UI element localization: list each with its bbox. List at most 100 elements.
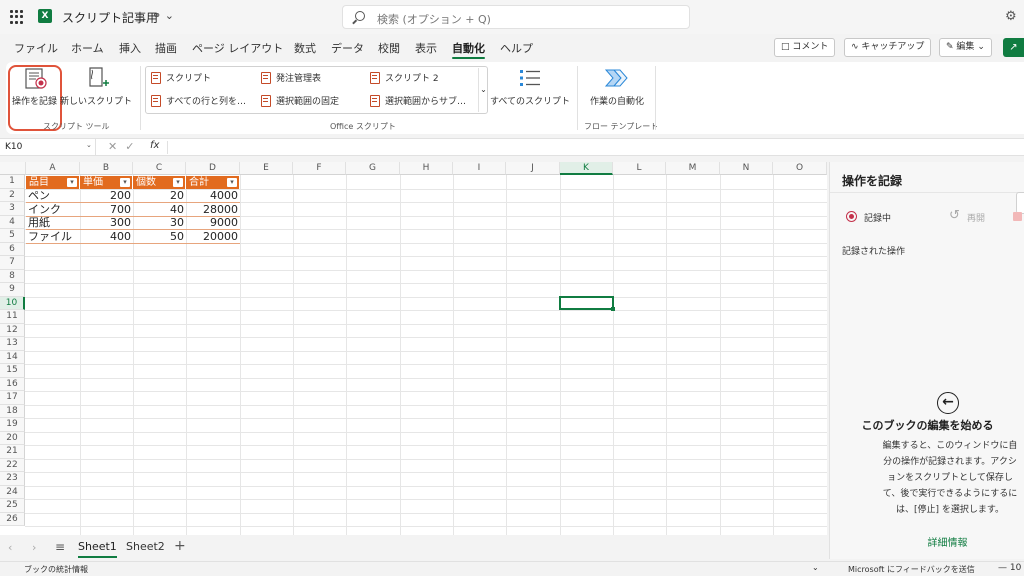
formula-cancel-confirm-icons[interactable]: ✕✓ (108, 140, 142, 153)
chevron-down-icon[interactable]: ⌄ (86, 141, 92, 149)
new-script-button[interactable]: 新しいスクリプト (60, 94, 132, 107)
row-header[interactable]: 23 (0, 472, 25, 486)
column-header[interactable]: B (80, 162, 133, 175)
row-header[interactable]: 25 (0, 499, 25, 513)
row-header[interactable]: 17 (0, 391, 25, 405)
row-header[interactable]: 14 (0, 350, 25, 364)
row-header[interactable]: 21 (0, 445, 25, 459)
column-header[interactable]: N (720, 162, 773, 175)
script-item[interactable]: 選択範囲からサブ… (370, 94, 466, 108)
table-header-cell[interactable]: 品目 ▾ (26, 175, 80, 189)
row-header[interactable]: 11 (0, 310, 25, 324)
column-header[interactable]: G (346, 162, 400, 175)
filter-dropdown-icon[interactable]: ▾ (173, 177, 183, 187)
share-status-icon[interactable]: ⚭ ⌄ (152, 9, 174, 22)
stop-icon[interactable] (1013, 212, 1022, 221)
gear-icon[interactable]: ⚙ (1005, 9, 1017, 24)
catchup-button[interactable]: ∿ キャッチアップ (844, 38, 932, 57)
column-header[interactable]: O (773, 162, 827, 175)
script-item[interactable]: 選択範囲の固定 (261, 94, 339, 108)
column-header[interactable]: C (133, 162, 186, 175)
filter-dropdown-icon[interactable]: ▾ (120, 177, 130, 187)
row-header[interactable]: 7 (0, 256, 25, 270)
tab-home[interactable]: ホーム (71, 40, 104, 56)
table-cell[interactable]: 4000 (186, 189, 240, 203)
row-header[interactable]: 12 (0, 323, 25, 337)
replay-button[interactable]: 再開 (967, 211, 985, 224)
row-header[interactable]: 3 (0, 202, 25, 216)
tab-file[interactable]: ファイル (14, 40, 58, 56)
column-header[interactable]: D (186, 162, 240, 175)
row-header[interactable]: 4 (0, 215, 25, 229)
filter-dropdown-icon[interactable]: ▾ (67, 177, 77, 187)
row-header[interactable]: 9 (0, 283, 25, 297)
table-cell[interactable]: 700 (80, 203, 133, 217)
all-sheets-menu-icon[interactable]: ≡ (55, 540, 65, 554)
column-header[interactable]: F (293, 162, 346, 175)
feedback-link[interactable]: Microsoft にフィードバックを送信 (848, 564, 975, 575)
table-cell[interactable]: 300 (80, 216, 133, 230)
column-header[interactable]: J (506, 162, 560, 175)
column-header[interactable]: H (400, 162, 453, 175)
row-header[interactable]: 22 (0, 458, 25, 472)
table-cell[interactable]: 200 (80, 189, 133, 203)
script-item[interactable]: スクリプト (151, 71, 211, 85)
automate-work-button[interactable]: 作業の自動化 (590, 94, 644, 107)
script-item[interactable]: スクリプト 2 (370, 71, 439, 85)
script-item[interactable]: 発注管理表 (261, 71, 321, 85)
pane-side-button[interactable] (1016, 192, 1024, 214)
table-cell[interactable]: 用紙 (26, 216, 80, 230)
tab-automate[interactable]: 自動化 (452, 40, 485, 59)
app-launcher-icon[interactable] (10, 10, 24, 24)
table-cell[interactable]: 20000 (186, 230, 240, 244)
all-scripts-button[interactable]: すべてのスクリプト (490, 94, 570, 107)
table-cell[interactable]: 40 (133, 203, 186, 217)
row-header[interactable]: 6 (0, 242, 25, 256)
sheet-tab-sheet1[interactable]: Sheet1 (78, 540, 117, 558)
table-header-cell[interactable]: 個数 ▾ (133, 175, 186, 189)
chevron-down-icon[interactable]: ⌄ (812, 563, 819, 572)
fx-icon[interactable]: fx (150, 140, 159, 151)
table-header-cell[interactable]: 合計 ▾ (186, 175, 240, 189)
table-cell[interactable]: 400 (80, 230, 133, 244)
table-cell[interactable]: 50 (133, 230, 186, 244)
table-cell[interactable]: ペン (26, 189, 80, 203)
sheet-next-icon[interactable]: › (32, 541, 36, 554)
row-header[interactable]: 24 (0, 485, 25, 499)
column-header[interactable]: I (453, 162, 506, 175)
tab-draw[interactable]: 描画 (155, 40, 177, 56)
row-header[interactable]: 19 (0, 418, 25, 432)
spreadsheet-grid[interactable]: A B C D E F G H I J K L M N O 1234567891… (0, 162, 827, 535)
row-header[interactable]: 2 (0, 188, 25, 202)
search-box[interactable]: 検索 (オプション + Q) (342, 5, 690, 29)
row-header[interactable]: 15 (0, 364, 25, 378)
selected-cell[interactable] (559, 296, 615, 311)
select-all-corner[interactable] (0, 162, 26, 175)
column-header[interactable]: K (560, 162, 613, 175)
table-cell[interactable]: ファイル (26, 230, 80, 244)
table-cell[interactable]: インク (26, 203, 80, 217)
table-cell[interactable]: 9000 (186, 216, 240, 230)
row-header[interactable]: 16 (0, 377, 25, 391)
name-box[interactable]: K10 (0, 139, 96, 156)
row-header[interactable]: 26 (0, 512, 25, 526)
sheet-prev-icon[interactable]: ‹ (8, 541, 12, 554)
gallery-more-chevron-icon[interactable]: ⌄ (478, 68, 488, 112)
zoom-control[interactable]: — 10 (998, 563, 1021, 573)
filter-dropdown-icon[interactable]: ▾ (227, 177, 237, 187)
sheet-tab-sheet2[interactable]: Sheet2 (126, 540, 165, 553)
comment-button[interactable]: □ コメント (774, 38, 836, 57)
tab-formulas[interactable]: 数式 (294, 40, 316, 56)
workbook-statistics[interactable]: ブックの統計情報 (24, 564, 88, 575)
row-header[interactable]: 20 (0, 431, 25, 445)
row-header[interactable]: 5 (0, 229, 25, 243)
tab-review[interactable]: 校閲 (378, 40, 400, 56)
tab-page-layout[interactable]: ページ レイアウト (192, 40, 283, 56)
column-header[interactable]: E (240, 162, 293, 175)
row-header[interactable]: 18 (0, 404, 25, 418)
table-cell[interactable]: 30 (133, 216, 186, 230)
column-header[interactable]: M (666, 162, 720, 175)
row-header[interactable]: 10 (0, 296, 25, 310)
tab-data[interactable]: データ (331, 40, 364, 56)
column-header[interactable]: L (613, 162, 666, 175)
